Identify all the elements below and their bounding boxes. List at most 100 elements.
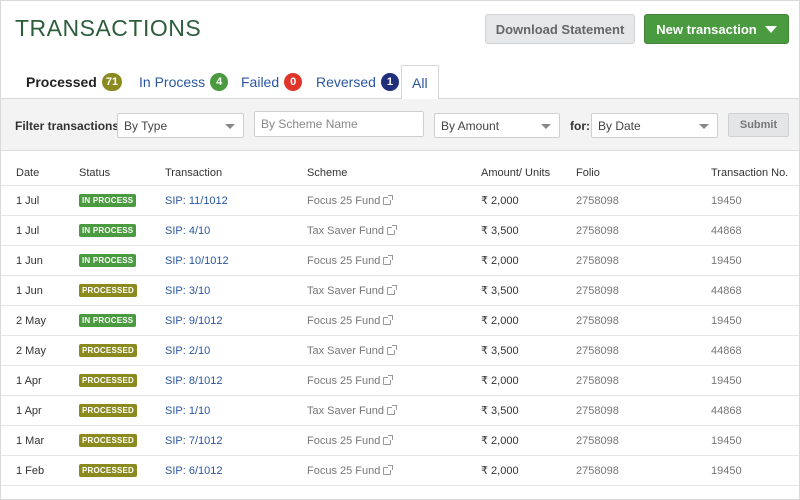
date-select-value: By Date bbox=[598, 118, 641, 133]
external-link-icon bbox=[387, 344, 398, 355]
caret-down-icon bbox=[764, 25, 777, 33]
for-label: for: bbox=[570, 119, 590, 133]
cell-status: PROCESSED bbox=[79, 396, 138, 425]
status-badge: IN PROCESS bbox=[79, 254, 137, 267]
cell-status: PROCESSED bbox=[79, 426, 138, 455]
new-transaction-button[interactable]: New transaction bbox=[644, 14, 789, 44]
status-badge: IN PROCESS bbox=[79, 224, 137, 237]
scheme-link[interactable]: Focus 25 Fund bbox=[307, 246, 394, 275]
chevron-down-icon bbox=[225, 124, 235, 129]
status-badge: PROCESSED bbox=[79, 374, 138, 387]
tab-reversed[interactable]: Reversed 1 bbox=[316, 65, 399, 99]
scheme-link[interactable]: Tax Saver Fund bbox=[307, 276, 398, 305]
cell-folio: 2758098 bbox=[576, 434, 619, 447]
table-row[interactable]: 1 Jul IN PROCESS SIP: 4/10 Tax Saver Fund ₹ … bbox=[1, 216, 799, 246]
transaction-link[interactable]: SIP: 7/1012 bbox=[165, 426, 223, 455]
scheme-link[interactable]: Tax Saver Fund bbox=[307, 216, 398, 245]
scheme-link[interactable]: Focus 25 Fund bbox=[307, 366, 394, 395]
table-row[interactable]: 1 Mar PROCESSED SIP: 7/1012 Focus 25 Fund ₹ … bbox=[1, 426, 799, 456]
cell-amount: ₹ 3,500 bbox=[481, 405, 519, 417]
transaction-link[interactable]: SIP: 3/10 bbox=[165, 276, 210, 305]
header-amount: Amount/ Units bbox=[481, 167, 551, 179]
scheme-name: Focus 25 Fund bbox=[307, 194, 381, 207]
amount-select-value: By Amount bbox=[441, 118, 500, 133]
table-row[interactable]: 1 Jun IN PROCESS SIP: 10/1012 Focus 25 Fund… bbox=[1, 246, 799, 276]
status-badge: PROCESSED bbox=[79, 284, 138, 297]
scheme-link[interactable]: Focus 25 Fund bbox=[307, 186, 394, 215]
type-select[interactable]: By Type bbox=[117, 113, 244, 138]
scheme-link[interactable]: Focus 25 Fund bbox=[307, 306, 394, 335]
table-row[interactable]: 1 Jun PROCESSED SIP: 3/10 Tax Saver Fund ₹ 3… bbox=[1, 276, 799, 306]
header-date: Date bbox=[16, 167, 40, 179]
transaction-link[interactable]: SIP: 6/1012 bbox=[165, 456, 223, 485]
cell-transaction-no: 44868 bbox=[711, 344, 742, 357]
transaction-link[interactable]: SIP: 10/1012 bbox=[165, 246, 229, 275]
cell-status: IN PROCESS bbox=[79, 306, 137, 335]
chevron-down-icon bbox=[541, 124, 551, 129]
count-badge: 71 bbox=[101, 73, 123, 91]
scheme-link[interactable]: Focus 25 Fund bbox=[307, 456, 394, 485]
external-link-icon bbox=[383, 194, 394, 205]
status-badge: PROCESSED bbox=[79, 404, 138, 417]
table-row[interactable]: 1 Apr PROCESSED SIP: 1/10 Tax Saver Fund ₹ 3… bbox=[1, 396, 799, 426]
external-link-icon bbox=[383, 314, 394, 325]
scheme-search-input[interactable] bbox=[254, 111, 424, 137]
tab-all[interactable]: All bbox=[401, 65, 439, 100]
external-link-icon bbox=[387, 404, 398, 415]
page-title: TRANSACTIONS bbox=[15, 15, 202, 41]
cell-status: IN PROCESS bbox=[79, 216, 137, 245]
date-select[interactable]: By Date bbox=[591, 113, 718, 138]
cell-transaction-no: 19450 bbox=[711, 374, 742, 387]
tab-failed[interactable]: Failed 0 bbox=[241, 65, 303, 99]
chevron-down-icon bbox=[699, 124, 709, 129]
transaction-link[interactable]: SIP: 9/1012 bbox=[165, 306, 223, 335]
transaction-link[interactable]: SIP: 4/10 bbox=[165, 216, 210, 245]
cell-folio: 2758098 bbox=[576, 254, 619, 267]
external-link-icon bbox=[387, 224, 398, 235]
cell-status: PROCESSED bbox=[79, 276, 138, 305]
external-link-icon bbox=[383, 374, 394, 385]
table-row[interactable]: 1 Feb PROCESSED SIP: 6/1012 Focus 25 Fund ₹ … bbox=[1, 456, 799, 486]
tab-label: In Process bbox=[139, 74, 206, 90]
cell-status: PROCESSED bbox=[79, 456, 138, 485]
table-row[interactable]: 1 Jul IN PROCESS SIP: 11/1012 Focus 25 Fund… bbox=[1, 186, 799, 216]
tab-in-process[interactable]: In Process 4 bbox=[139, 65, 229, 99]
cell-folio: 2758098 bbox=[576, 314, 619, 327]
cell-status: PROCESSED bbox=[79, 366, 138, 395]
tab-label: All bbox=[412, 74, 428, 91]
cell-folio: 2758098 bbox=[576, 344, 619, 357]
scheme-name: Focus 25 Fund bbox=[307, 314, 381, 327]
cell-date: 1 Jul bbox=[16, 224, 40, 237]
download-statement-button[interactable]: Download Statement bbox=[485, 14, 635, 44]
scheme-link[interactable]: Tax Saver Fund bbox=[307, 336, 398, 365]
count-badge: 4 bbox=[210, 73, 229, 91]
external-link-icon bbox=[383, 464, 394, 475]
cell-transaction-no: 44868 bbox=[711, 404, 742, 417]
external-link-icon bbox=[383, 254, 394, 265]
table-row[interactable]: 2 May PROCESSED SIP: 2/10 Tax Saver Fund ₹ 3… bbox=[1, 336, 799, 366]
cell-transaction-no: 19450 bbox=[711, 194, 742, 207]
scheme-link[interactable]: Tax Saver Fund bbox=[307, 396, 398, 425]
table-row[interactable]: 1 Apr PROCESSED SIP: 8/1012 Focus 25 Fund ₹ … bbox=[1, 366, 799, 396]
external-link-icon bbox=[387, 284, 398, 295]
cell-folio: 2758098 bbox=[576, 194, 619, 207]
cell-amount: ₹ 3,500 bbox=[481, 345, 519, 357]
scheme-link[interactable]: Focus 25 Fund bbox=[307, 426, 394, 455]
table-row[interactable]: 2 May IN PROCESS SIP: 9/1012 Focus 25 Fund ₹… bbox=[1, 306, 799, 336]
cell-folio: 2758098 bbox=[576, 224, 619, 237]
transaction-link[interactable]: SIP: 2/10 bbox=[165, 336, 210, 365]
amount-select[interactable]: By Amount bbox=[434, 113, 560, 138]
cell-transaction-no: 44868 bbox=[711, 284, 742, 297]
transaction-link[interactable]: SIP: 11/1012 bbox=[165, 186, 228, 215]
count-badge: 0 bbox=[284, 73, 303, 91]
status-badge: PROCESSED bbox=[79, 464, 138, 477]
scheme-name: Focus 25 Fund bbox=[307, 254, 381, 267]
count-badge: 1 bbox=[380, 73, 399, 91]
transaction-link[interactable]: SIP: 8/1012 bbox=[165, 366, 223, 395]
transaction-link[interactable]: SIP: 1/10 bbox=[165, 396, 210, 425]
cell-transaction-no: 19450 bbox=[711, 464, 742, 477]
cell-amount: ₹ 3,500 bbox=[481, 285, 519, 297]
cell-folio: 2758098 bbox=[576, 284, 619, 297]
submit-button[interactable]: Submit bbox=[728, 113, 789, 137]
tab-processed[interactable]: Processed 71 bbox=[26, 65, 123, 99]
